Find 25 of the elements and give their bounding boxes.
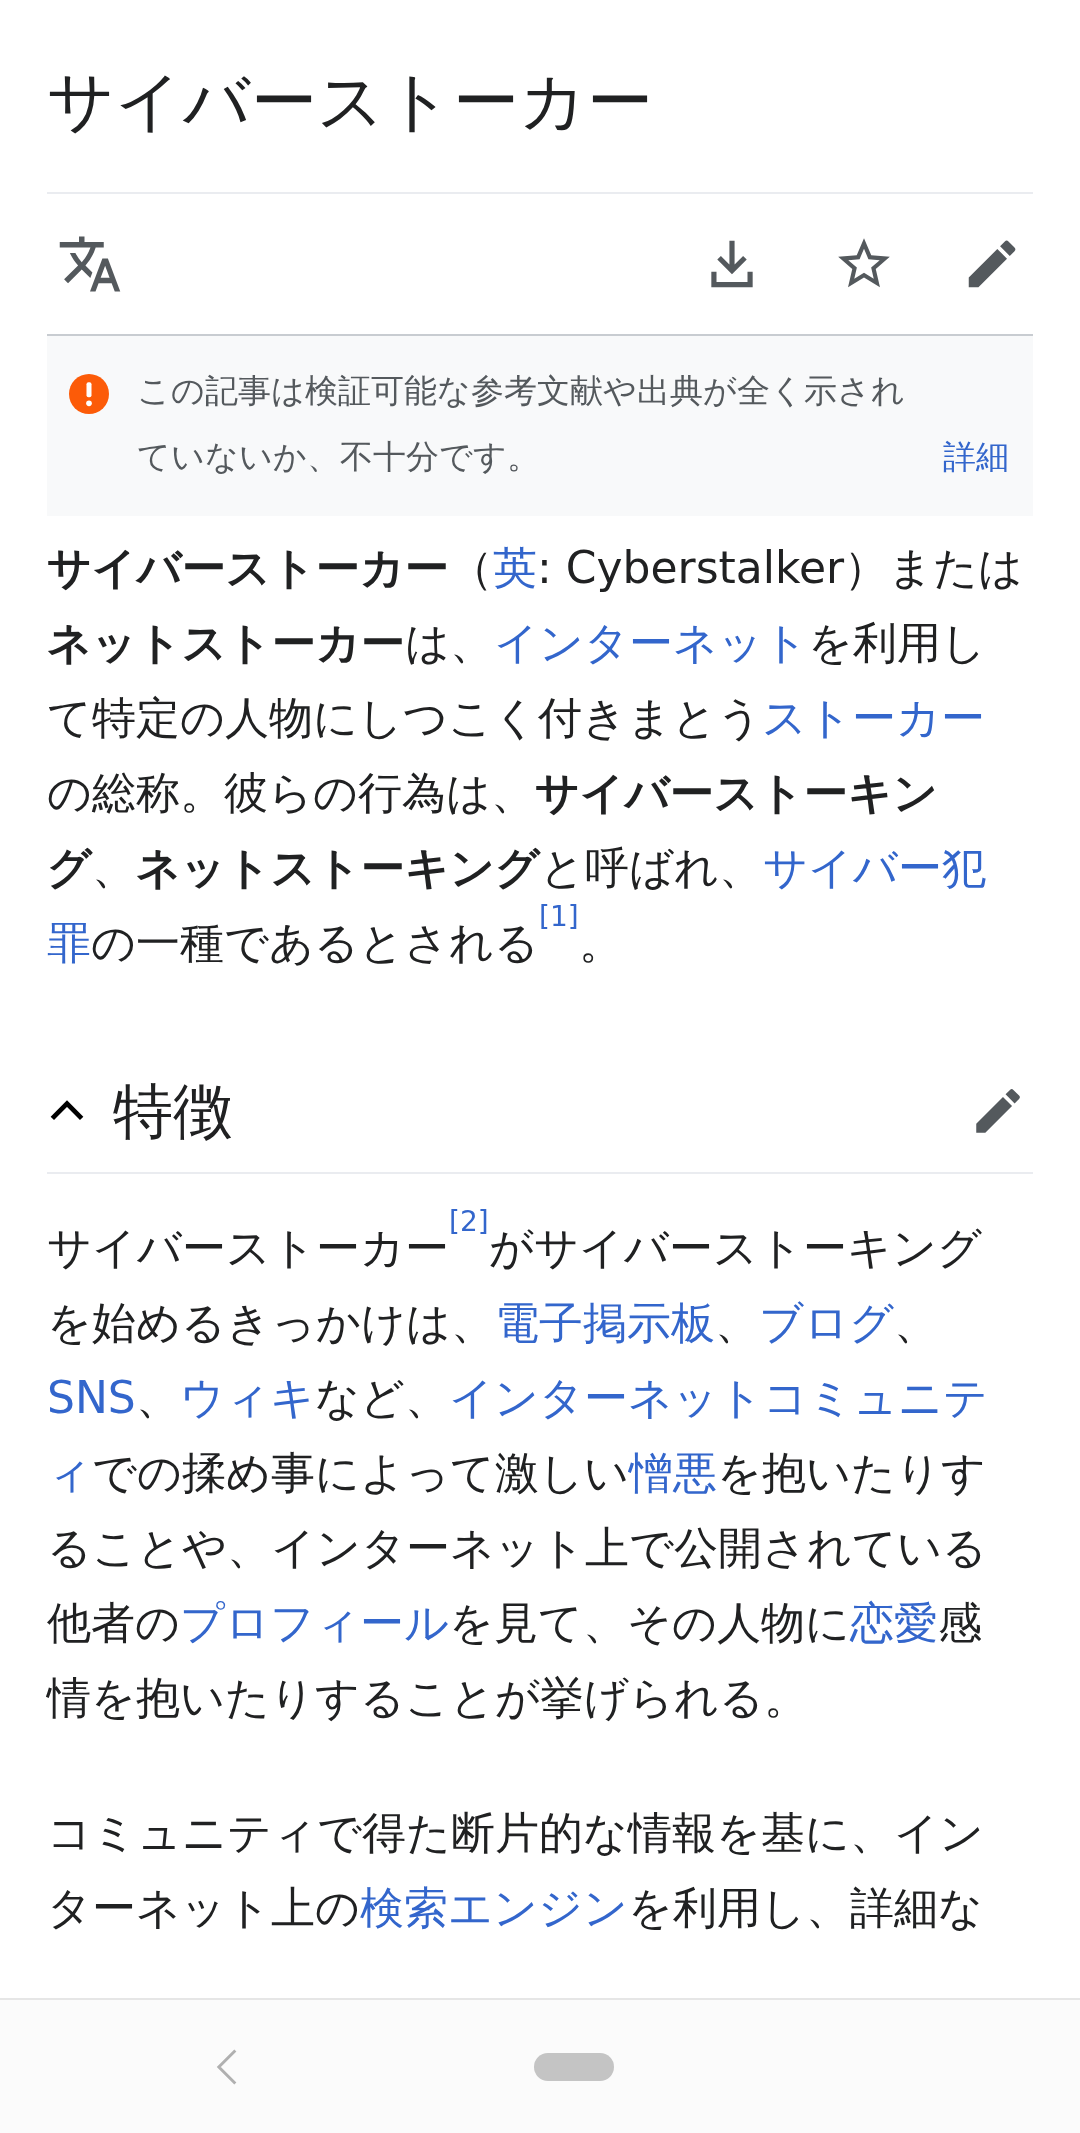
link[interactable]: SNS: [47, 1372, 136, 1423]
link[interactable]: プロフィール: [180, 1597, 449, 1648]
reference-link[interactable]: [1]: [539, 900, 579, 933]
link[interactable]: ブログ: [759, 1297, 894, 1348]
link[interactable]: 憎悪: [629, 1447, 717, 1498]
link[interactable]: 電子掲示板: [495, 1297, 715, 1348]
paragraph: サイバーストーカー（英: Cyberstalker）または ネットストーカーは、インターネット を利用し て特定の人物にしつこく付きまとう ストーカー の総称。彼らの行為は、サイバーストーキン グ、ネットストーキングと呼ばれ、サイバー犯 罪の一種であるとされる$^{[1]}$。: [47, 541, 1025, 970]
link[interactable]: ストーカー: [762, 692, 985, 743]
link[interactable]: 検索エンジン: [360, 1882, 628, 1933]
notice-text: ていないか、不十分です。: [137, 436, 540, 478]
link[interactable]: インターネットコミュニテ: [448, 1372, 988, 1423]
paragraph: コミュニティで得た断片的な情報を基に、イン ターネット上の検索エンジン を利用し、詳細な: [47, 1806, 985, 1935]
page-title: サイバーストーカー: [47, 62, 654, 142]
link[interactable]: ィ: [47, 1447, 92, 1498]
link[interactable]: ウィキ: [179, 1372, 315, 1423]
link[interactable]: インターネット: [494, 617, 808, 668]
link[interactable]: 英: [493, 542, 537, 593]
notice-text: この記事は検証可能な参考文献や出典が全く示され: [137, 370, 906, 412]
details-link[interactable]: 詳細: [943, 424, 1009, 490]
link[interactable]: 罪: [47, 917, 91, 968]
home-handle[interactable]: [534, 2052, 614, 2081]
link[interactable]: 恋愛: [850, 1597, 938, 1648]
warning-icon: [69, 374, 109, 414]
section-heading[interactable]: 特徴: [113, 1071, 233, 1151]
link[interactable]: サイバー犯: [763, 842, 986, 893]
